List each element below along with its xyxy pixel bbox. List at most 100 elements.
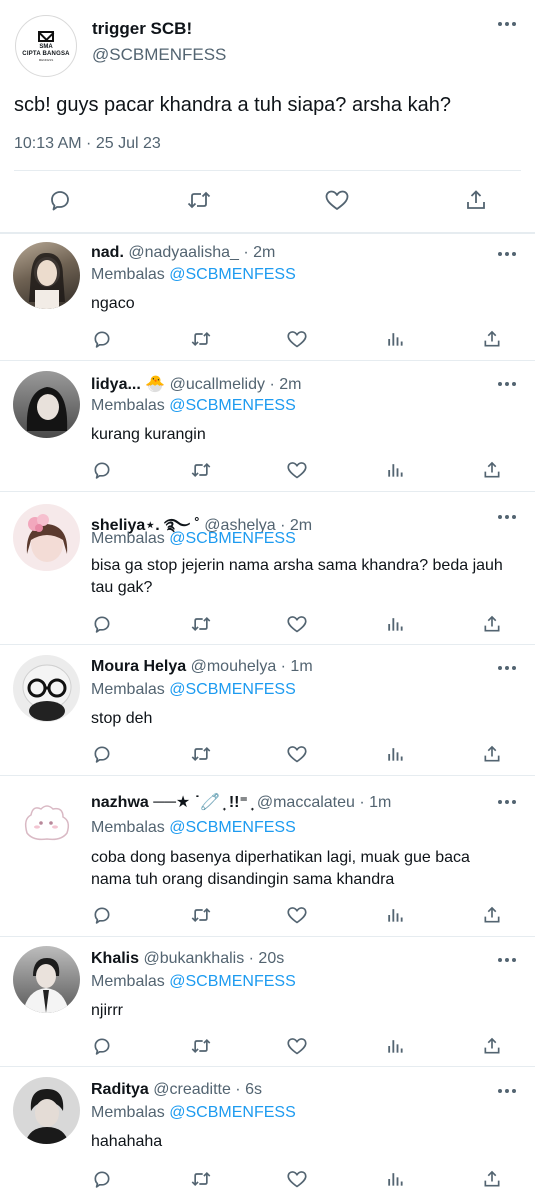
analytics-icon[interactable]	[383, 1167, 407, 1191]
author-handle[interactable]: @bukankhalis · 20s	[143, 950, 284, 967]
avatar[interactable]	[13, 946, 80, 1013]
author-handle[interactable]: @maccalateu · 1m	[257, 794, 392, 811]
like-icon[interactable]	[285, 1034, 309, 1058]
retweet-icon[interactable]	[189, 612, 213, 636]
more-options-icon[interactable]	[498, 1089, 516, 1093]
like-icon[interactable]	[285, 612, 309, 636]
share-icon[interactable]	[480, 327, 504, 351]
reply-tweet: nad. @nadyaalisha_ · 2m Membalas @SCBMEN…	[0, 234, 535, 361]
avatar[interactable]	[13, 242, 80, 309]
retweet-icon[interactable]	[184, 185, 214, 215]
reply-header: Raditya @creaditte · 6s	[91, 1081, 262, 1099]
reply-header: Khalis @bukankhalis · 20s	[91, 950, 284, 968]
mention-link[interactable]: @SCBMENFESS	[169, 266, 295, 283]
analytics-icon[interactable]	[383, 612, 407, 636]
reply-actions	[0, 1034, 535, 1060]
more-options-icon[interactable]	[498, 22, 516, 26]
reply-actions	[0, 327, 535, 353]
avatar-text-line: CIPTA BANGSA	[22, 50, 70, 57]
avatar[interactable]	[13, 655, 80, 722]
avatar[interactable]	[13, 504, 80, 571]
reply-icon[interactable]	[90, 612, 114, 636]
like-icon[interactable]	[285, 742, 309, 766]
author-name[interactable]: Moura Helya	[91, 658, 186, 675]
like-icon[interactable]	[285, 458, 309, 482]
author-name[interactable]: nazhwa ──★ ˙🧷 ̟ !!⁼ ̟	[91, 794, 252, 811]
share-icon[interactable]	[480, 1034, 504, 1058]
author-name[interactable]: nad.	[91, 244, 124, 261]
author-name[interactable]: trigger SCB!	[92, 19, 192, 39]
more-options-icon[interactable]	[498, 800, 516, 804]
like-icon[interactable]	[285, 1167, 309, 1191]
analytics-icon[interactable]	[383, 327, 407, 351]
reply-header: lidya... 🐣 @ucallmelidy · 2m	[91, 374, 301, 394]
share-icon[interactable]	[480, 612, 504, 636]
share-icon[interactable]	[461, 185, 491, 215]
reply-tweet: nazhwa ──★ ˙🧷 ̟ !!⁼ ̟ @maccalateu · 1m M…	[0, 776, 535, 937]
author-name[interactable]: Khalis	[91, 950, 139, 967]
avatar-text-line: SMA	[39, 43, 53, 50]
share-icon[interactable]	[480, 742, 504, 766]
reply-tweet: lidya... 🐣 @ucallmelidy · 2m Membalas @S…	[0, 361, 535, 492]
mention-link[interactable]: @SCBMENFESS	[169, 397, 295, 414]
reply-tweet: Raditya @creaditte · 6s Membalas @SCBMEN…	[0, 1067, 535, 1200]
more-options-icon[interactable]	[498, 515, 516, 519]
tweet-timestamp[interactable]: 10:13 AM · 25 Jul 23	[14, 135, 161, 153]
reply-actions	[0, 742, 535, 768]
like-icon[interactable]	[285, 327, 309, 351]
retweet-icon[interactable]	[189, 458, 213, 482]
retweet-icon[interactable]	[189, 903, 213, 927]
more-options-icon[interactable]	[498, 252, 516, 256]
author-handle[interactable]: @creaditte · 6s	[153, 1081, 262, 1098]
like-icon[interactable]	[322, 185, 352, 215]
retweet-icon[interactable]	[189, 327, 213, 351]
tweet-actions	[0, 185, 535, 217]
reply-header: Moura Helya @mouhelya · 1m	[91, 658, 313, 676]
author-handle[interactable]: @mouhelya · 1m	[191, 658, 313, 675]
reply-text: bisa ga stop jejerin nama arsha sama kha…	[91, 557, 503, 596]
mention-link[interactable]: @SCBMENFESS	[169, 681, 295, 698]
author-handle[interactable]: @nadyaalisha_ · 2m	[128, 244, 275, 261]
avatar[interactable]	[13, 789, 80, 856]
analytics-icon[interactable]	[383, 458, 407, 482]
reply-icon[interactable]	[90, 1167, 114, 1191]
mention-link[interactable]: @SCBMENFESS	[169, 530, 295, 547]
like-icon[interactable]	[285, 903, 309, 927]
more-options-icon[interactable]	[498, 666, 516, 670]
share-icon[interactable]	[480, 1167, 504, 1191]
author-handle[interactable]: @SCBMENFESS	[92, 45, 226, 65]
retweet-icon[interactable]	[189, 1167, 213, 1191]
share-icon[interactable]	[480, 458, 504, 482]
author-handle[interactable]: @ucallmelidy · 2m	[170, 376, 302, 393]
replying-to: Membalas @SCBMENFESS	[91, 1104, 296, 1121]
mention-link[interactable]: @SCBMENFESS	[169, 1104, 295, 1121]
analytics-icon[interactable]	[383, 742, 407, 766]
analytics-icon[interactable]	[383, 1034, 407, 1058]
reply-icon[interactable]	[90, 903, 114, 927]
reply-actions	[0, 1167, 535, 1193]
replying-to: Membalas @SCBMENFESS	[91, 530, 296, 547]
reply-icon[interactable]	[90, 458, 114, 482]
share-icon[interactable]	[480, 903, 504, 927]
reply-icon[interactable]	[90, 742, 114, 766]
reply-tweet: Khalis @bukankhalis · 20s Membalas @SCBM…	[0, 937, 535, 1067]
retweet-icon[interactable]	[189, 1034, 213, 1058]
author-name[interactable]: lidya... 🐣	[91, 376, 165, 393]
tweet-text: scb! guys pacar khandra a tuh siapa? ars…	[14, 94, 451, 116]
reply-actions	[0, 903, 535, 929]
reply-icon[interactable]	[90, 327, 114, 351]
avatar[interactable]: SMA CIPTA BANGSA MENFESS	[15, 15, 77, 77]
analytics-icon[interactable]	[383, 903, 407, 927]
reply-header: nad. @nadyaalisha_ · 2m	[91, 244, 275, 262]
reply-icon[interactable]	[45, 185, 75, 215]
author-name[interactable]: Raditya	[91, 1081, 149, 1098]
avatar[interactable]	[13, 1077, 80, 1144]
reply-tweet: sheliya⋆. ࿐ ˚ @ashelya · 2m Membalas @SC…	[0, 492, 535, 645]
more-options-icon[interactable]	[498, 958, 516, 962]
reply-icon[interactable]	[90, 1034, 114, 1058]
more-options-icon[interactable]	[498, 382, 516, 386]
mention-link[interactable]: @SCBMENFESS	[169, 819, 295, 836]
retweet-icon[interactable]	[189, 742, 213, 766]
avatar[interactable]	[13, 371, 80, 438]
mention-link[interactable]: @SCBMENFESS	[169, 973, 295, 990]
